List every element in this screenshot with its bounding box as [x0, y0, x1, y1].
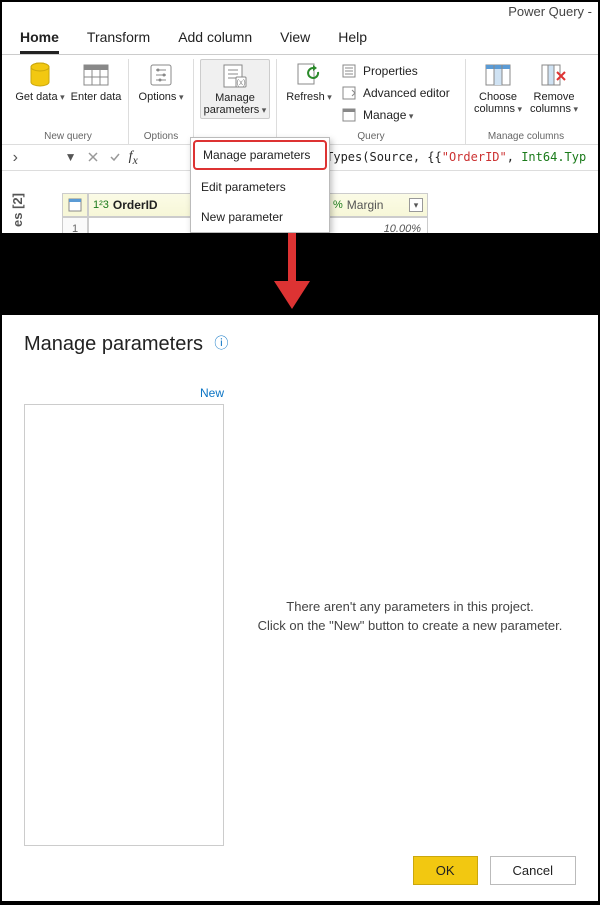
get-data-label: Get data: [15, 91, 64, 103]
dialog-body: New There aren't any parameters in this …: [24, 386, 576, 846]
advanced-editor-icon: [341, 85, 357, 101]
ribbon-tabs: Home Transform Add column View Help: [2, 19, 598, 55]
number-type-icon: 1²3: [93, 199, 109, 211]
dropdown-manage-parameters[interactable]: Manage parameters: [193, 140, 327, 170]
group-options: Options Options: [129, 59, 194, 144]
choose-columns-label: Choose columns: [472, 91, 524, 115]
tab-transform[interactable]: Transform: [87, 25, 150, 54]
formula-text[interactable]: mnTypes(Source, {{"OrderID", Int64.Typ: [312, 150, 587, 164]
options-label: Options: [139, 91, 184, 103]
percent-type-icon: %: [333, 199, 343, 211]
group-label-new-query: New query: [44, 129, 92, 144]
group-new-query: Get data Enter data New query: [8, 59, 129, 144]
refresh-label: Refresh: [286, 91, 332, 103]
properties-icon: [341, 63, 357, 79]
dialog-left-pane: New: [24, 386, 224, 846]
enter-data-label: Enter data: [71, 91, 122, 103]
cancel-formula-icon[interactable]: [85, 149, 101, 165]
dialog-buttons: OK Cancel: [413, 856, 576, 885]
group-label-query: Query: [357, 129, 384, 144]
column-filter-icon[interactable]: ▾: [409, 198, 423, 212]
manage-parameters-dropdown: Manage parameters Edit parameters New pa…: [190, 137, 330, 233]
manage-button[interactable]: Manage: [339, 105, 459, 125]
remove-columns-button[interactable]: Remove columns: [528, 59, 580, 117]
tab-help[interactable]: Help: [338, 25, 367, 54]
dialog-right-pane: There aren't any parameters in this proj…: [244, 386, 576, 846]
tab-home[interactable]: Home: [20, 25, 59, 54]
window-title: Power Query -: [2, 2, 598, 19]
advanced-editor-label: Advanced editor: [363, 86, 450, 100]
power-query-window: Power Query - Home Transform Add column …: [0, 0, 600, 235]
query-mini-stack: Properties Advanced editor Manage: [339, 59, 459, 125]
remove-columns-label: Remove columns: [528, 91, 580, 115]
dialog-title: Manage parameters: [24, 333, 203, 355]
ribbon: Get data Enter data New query Options: [2, 55, 598, 145]
group-manage-columns: Choose columns Remove columns Manage col…: [466, 59, 586, 144]
remove-columns-icon: [540, 61, 568, 89]
database-icon: [26, 61, 54, 89]
queries-pane-toggle[interactable]: ›: [2, 149, 29, 167]
group-label-options: Options: [144, 129, 178, 144]
new-parameter-link[interactable]: New: [200, 386, 224, 400]
accept-formula-icon[interactable]: [107, 149, 123, 165]
manage-label: Manage: [363, 108, 413, 122]
refresh-icon: [295, 61, 323, 89]
parameters-icon: (x): [221, 62, 249, 90]
advanced-editor-button[interactable]: Advanced editor: [339, 83, 459, 103]
dropdown-edit-parameters[interactable]: Edit parameters: [191, 172, 329, 202]
table-icon: [82, 61, 110, 89]
dropdown-new-parameter[interactable]: New parameter: [191, 202, 329, 232]
manage-parameters-button[interactable]: (x) Manage parameters: [200, 59, 270, 119]
refresh-button[interactable]: Refresh: [283, 59, 335, 105]
properties-button[interactable]: Properties: [339, 61, 459, 81]
ok-button[interactable]: OK: [413, 856, 478, 885]
group-parameters: (x) Manage parameters: [194, 59, 277, 144]
formula-expand-icon[interactable]: ▼: [65, 150, 79, 164]
svg-text:(x): (x): [236, 78, 246, 87]
parameters-listbox[interactable]: [24, 404, 224, 846]
options-icon: [147, 61, 175, 89]
group-label-manage-columns: Manage columns: [488, 129, 564, 144]
choose-columns-icon: [484, 61, 512, 89]
cancel-button[interactable]: Cancel: [490, 856, 576, 885]
manage-parameters-dialog: Manage parameters ⓘ New There aren't any…: [0, 313, 600, 903]
group-query: Refresh Properties Advanced editor: [277, 59, 466, 144]
help-icon[interactable]: ⓘ: [214, 335, 228, 351]
annotation-arrow-gap: [0, 235, 600, 313]
properties-label: Properties: [363, 64, 418, 78]
empty-state-line2: Click on the "New" button to create a ne…: [258, 616, 563, 636]
column-header-margin[interactable]: % Margin ▾: [328, 193, 428, 217]
enter-data-button[interactable]: Enter data: [70, 59, 122, 105]
cell-margin[interactable]: 10.00%: [328, 217, 428, 235]
tab-view[interactable]: View: [280, 25, 310, 54]
row-index[interactable]: 1: [62, 217, 88, 235]
queries-pane-label: es [2]: [10, 193, 25, 227]
options-button[interactable]: Options: [135, 59, 187, 105]
manage-parameters-label: Manage parameters: [201, 92, 269, 116]
column-header-label: OrderID: [113, 198, 158, 212]
empty-state-line1: There aren't any parameters in this proj…: [286, 597, 533, 617]
manage-icon: [341, 107, 357, 123]
column-header-label: Margin: [347, 198, 384, 212]
choose-columns-button[interactable]: Choose columns: [472, 59, 524, 117]
fx-icon[interactable]: fx: [129, 149, 151, 167]
tab-add-column[interactable]: Add column: [178, 25, 252, 54]
get-data-button[interactable]: Get data: [14, 59, 66, 105]
table-row: 10.00%: [328, 217, 428, 235]
grid-corner-icon[interactable]: [62, 193, 88, 217]
